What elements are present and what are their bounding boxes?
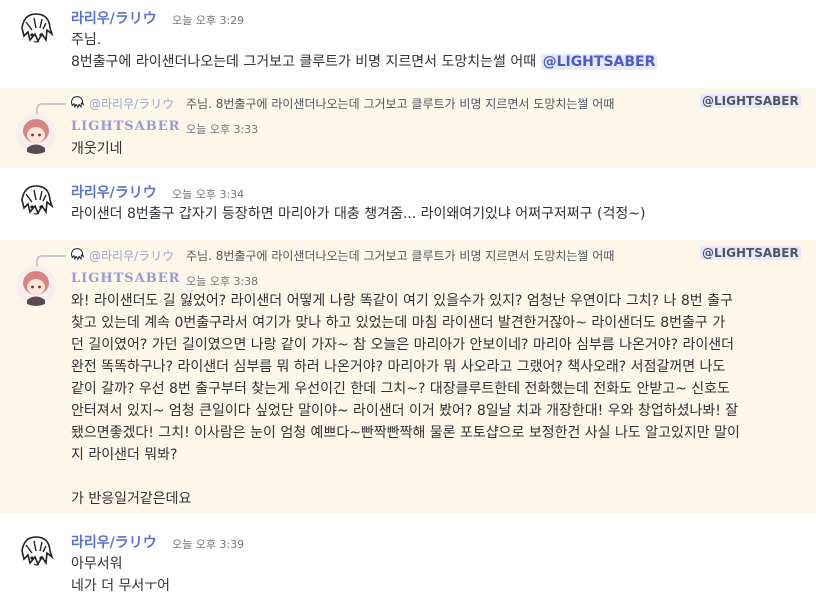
author-name[interactable]: LIGHTSABER: [71, 119, 180, 134]
message-2: @라리우/ラリウ 주님. 8번출구에 라이샌더나오는데 그거보고 클루트가 비명…: [0, 88, 816, 168]
author-name[interactable]: LIGHTSABER: [71, 271, 180, 286]
ls-avatar-icon[interactable]: [16, 114, 56, 154]
message-line: 찾고 있는데 계속 0번출구라서 여기가 맞나 하고 있었는데 마침 라이샌더 …: [71, 315, 726, 331]
message-line: 던 길이였어? 가던 길이였으면 나랑 같이 가자~ 참 오늘은 마리아가 안보…: [71, 337, 735, 353]
message-line: 개웃기네: [71, 141, 123, 157]
reply-mention: @LIGHTSABER: [700, 94, 801, 108]
reply-avatar-icon: [69, 247, 85, 263]
timestamp: 오늘 오후 3:38: [186, 275, 259, 288]
message-content: 주님. 8번출구에 라이샌더나오는데 그거보고 클루트가 비명 지르면서 도망치…: [71, 29, 783, 73]
riu-avatar-icon[interactable]: [16, 182, 56, 222]
timestamp: 오늘 오후 3:39: [172, 538, 245, 551]
reply-mention: @LIGHTSABER: [700, 246, 801, 260]
reply-text: 주님. 8번출구에 라이샌더나오는데 그거보고 클루트가 비명 지르면서 도망치…: [186, 97, 615, 111]
message-line: 아무서워: [71, 556, 123, 572]
reply-author[interactable]: @라리우/ラリウ: [89, 247, 174, 264]
reply-text: 주님. 8번출구에 라이샌더나오는데 그거보고 클루트가 비명 지르면서 도망치…: [186, 249, 615, 263]
message-line: 안터져서 있지~ 엄청 큰일이다 싶었단 말이야~ 라이샌더 이거 봤어? 8일…: [71, 403, 739, 419]
riu-avatar-icon[interactable]: [16, 533, 56, 573]
message-content: 와! 라이샌더도 길 잃었어? 라이샌더 어떻게 나랑 똑같이 여기 있을수가 …: [71, 290, 783, 510]
timestamp: 오늘 오후 3:34: [172, 188, 245, 201]
author-name[interactable]: 라리우/ラリウ: [71, 532, 157, 552]
message-line: 가 반응일거같은데요: [71, 491, 192, 507]
message-content: 개웃기네: [71, 138, 783, 160]
message-line: 됐으면좋겠다! 그치! 이사람은 눈이 엄청 예쁘다~빤짝빤짝해 물론 포토샵으…: [71, 425, 740, 441]
message-line: 같이 갈까? 우선 8번 출구부터 찾는게 우선이긴 한데 그치~? 대장클루트…: [71, 381, 730, 397]
message-line: 주님.: [71, 32, 102, 48]
author-name[interactable]: 라리우/ラリウ: [71, 182, 157, 202]
user-mention[interactable]: @LIGHTSABER: [540, 54, 658, 70]
ls-avatar-icon[interactable]: [16, 266, 56, 306]
message-line: 지 라이샌더 뭐봐?: [71, 447, 178, 463]
riu-avatar-icon[interactable]: [16, 10, 56, 50]
message-line: 와! 라이샌더도 길 잃었어? 라이샌더 어떻게 나랑 똑같이 여기 있을수가 …: [71, 293, 733, 309]
message-3: 라리우/ラリウ 오늘 오후 3:34 라이샌더 8번출구 갑자기 등장하면 마리…: [0, 172, 816, 240]
message-content: 라이샌더 8번출구 갑자기 등장하면 마리아가 대충 챙겨줌... 라이왜여기있…: [71, 203, 783, 225]
message-1: 라리우/ラリウ 오늘 오후 3:29 주님. 8번출구에 라이샌더나오는데 그거…: [0, 0, 816, 85]
message-line: [71, 466, 783, 488]
message-line: 라이샌더 8번출구 갑자기 등장하면 마리아가 대충 챙겨줌... 라이왜여기있…: [71, 206, 646, 222]
author-name[interactable]: 라리우/ラリウ: [71, 8, 157, 28]
message-line: 네가 더 무서ㅜ어: [71, 578, 171, 594]
message-line: 완전 똑똑하구나? 라이샌더 심부름 뭐 하러 나온거야? 마리아가 뭐 사오라…: [71, 359, 726, 375]
timestamp: 오늘 오후 3:33: [186, 123, 259, 136]
message-5: 라리우/ラリウ 오늘 오후 3:39 아무서워 네가 더 무서ㅜ어: [0, 524, 816, 615]
timestamp: 오늘 오후 3:29: [172, 14, 245, 27]
message-line: 8번출구에 라이샌더나오는데 그거보고 클루트가 비명 지르면서 도망치는썰 어…: [71, 54, 537, 70]
message-content: 아무서워 네가 더 무서ㅜ어: [71, 553, 783, 597]
message-4: @라리우/ラリウ 주님. 8번출구에 라이샌더나오는데 그거보고 클루트가 비명…: [0, 240, 816, 514]
reply-avatar-icon: [69, 95, 85, 111]
reply-author[interactable]: @라리우/ラリウ: [89, 95, 174, 112]
